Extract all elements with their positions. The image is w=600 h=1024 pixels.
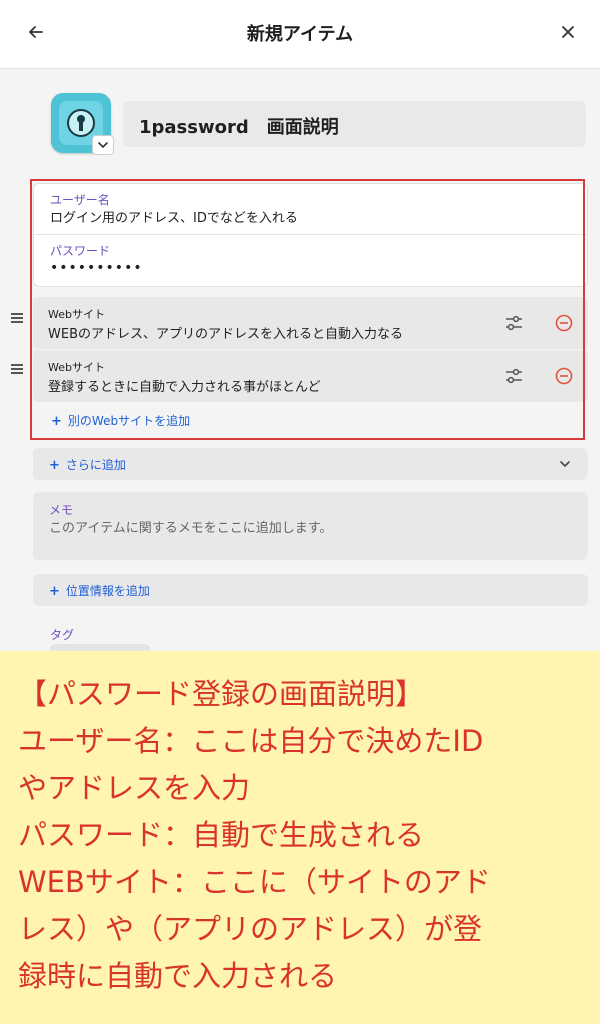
website-field[interactable]: WEBのアドレス、アプリのアドレスを入れると自動入力なる bbox=[48, 323, 403, 342]
close-icon[interactable] bbox=[558, 22, 578, 42]
website-label: Webサイト bbox=[48, 308, 105, 321]
website-row[interactable]: Webサイト WEBのアドレス、アプリのアドレスを入れると自動入力なる bbox=[33, 297, 588, 349]
annotation-line: WEBサイト：ここに（サイトのアド bbox=[18, 865, 491, 899]
add-more-button[interactable]: + さらに追加 bbox=[33, 448, 588, 480]
remove-icon[interactable] bbox=[554, 366, 574, 386]
credentials-card: ユーザー名 ログイン用のアドレス、IDでなどを入れる パスワード •••••••… bbox=[33, 183, 588, 287]
top-bar: 新規アイテム bbox=[0, 0, 600, 69]
tags-label: タグ bbox=[50, 628, 75, 642]
plus-icon: + bbox=[51, 414, 62, 429]
item-title-field[interactable]: 1password 画面説明 bbox=[123, 101, 586, 147]
sliders-icon[interactable] bbox=[504, 366, 524, 386]
memo-field[interactable]: メモ このアイテムに関するメモをここに追加します。 bbox=[33, 492, 588, 560]
add-location-label: 位置情報を追加 bbox=[65, 584, 150, 598]
divider bbox=[34, 234, 587, 235]
annotation-line: やアドレスを入力 bbox=[18, 771, 251, 805]
annotation-line: ユーザー名：ここは自分で決めたID bbox=[18, 724, 484, 758]
memo-label: メモ bbox=[49, 503, 74, 517]
memo-placeholder: このアイテムに関するメモをここに追加します。 bbox=[49, 521, 333, 536]
annotation-note: 【パスワード登録の画面説明】 ユーザー名：ここは自分で決めたID やアドレスを入… bbox=[0, 651, 600, 1024]
website-label: Webサイト bbox=[48, 361, 105, 374]
remove-icon[interactable] bbox=[554, 313, 574, 333]
drag-handle-icon[interactable] bbox=[10, 311, 24, 325]
annotation-line: 録時に自動で入力される bbox=[18, 959, 338, 993]
website-field[interactable]: 登録するときに自動で入力される事がほとんど bbox=[48, 376, 321, 395]
add-website-button[interactable]: + 別のWebサイトを追加 bbox=[51, 412, 190, 429]
add-location-button[interactable]: + 位置情報を追加 bbox=[33, 574, 588, 606]
chevron-down-icon bbox=[560, 461, 570, 468]
icon-dropdown-button[interactable] bbox=[92, 135, 114, 155]
password-label: パスワード bbox=[50, 244, 111, 258]
add-more-label: さらに追加 bbox=[65, 458, 126, 472]
plus-icon: + bbox=[49, 584, 60, 599]
annotation-line: 【パスワード登録の画面説明】 bbox=[18, 677, 425, 711]
drag-handle-icon[interactable] bbox=[10, 362, 24, 376]
chevron-down-icon bbox=[98, 142, 108, 149]
password-field[interactable]: •••••••••• bbox=[50, 260, 143, 276]
sliders-icon[interactable] bbox=[504, 313, 524, 333]
username-label: ユーザー名 bbox=[50, 193, 110, 207]
website-row[interactable]: Webサイト 登録するときに自動で入力される事がほとんど bbox=[33, 350, 588, 402]
annotation-line: レス）や（アプリのアドレス）が登 bbox=[18, 912, 483, 946]
page-title: 新規アイテム bbox=[246, 24, 354, 45]
username-field[interactable]: ログイン用のアドレス、IDでなどを入れる bbox=[50, 207, 298, 226]
annotation-line: パスワード：自動で生成される bbox=[18, 818, 425, 852]
plus-icon: + bbox=[49, 458, 60, 473]
